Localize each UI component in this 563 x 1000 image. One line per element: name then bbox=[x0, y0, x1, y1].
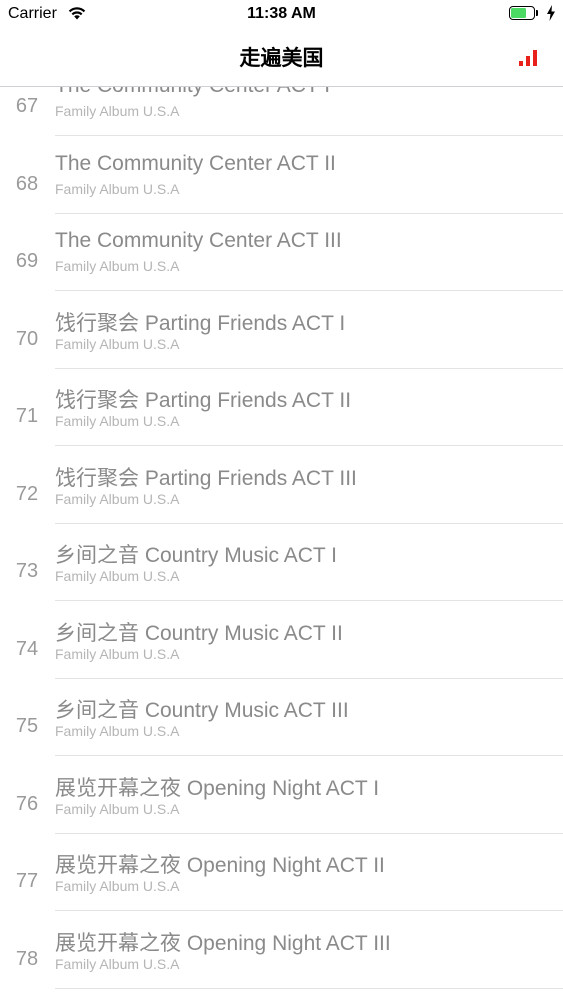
lesson-number: 70 bbox=[15, 327, 39, 350]
list-item[interactable]: 74 乡间之音 Country Music ACT II Family Album … bbox=[0, 618, 563, 696]
lesson-number: 78 bbox=[15, 947, 39, 970]
row-separator bbox=[55, 910, 563, 911]
row-separator bbox=[55, 367, 563, 369]
lesson-title: 饯行聚会 Parting Friends ACT I bbox=[55, 311, 346, 335]
list-item[interactable]: 77 展览开幕之夜 Opening Night ACT II Family Albu… bbox=[0, 850, 563, 928]
lesson-title: 乡间之音 Country Music ACT III bbox=[55, 699, 349, 722]
lesson-subtitle: Family Album U.S.A bbox=[55, 645, 180, 662]
list-item[interactable]: 72 饯行聚会 Parting Friends ACT III Family Alb… bbox=[0, 463, 563, 541]
battery-level-fill bbox=[511, 8, 526, 18]
lesson-title: 乡间之音 Country Music ACT II bbox=[55, 621, 343, 645]
lesson-title: The Community Center ACT III bbox=[55, 229, 342, 252]
row-separator bbox=[55, 290, 563, 291]
lesson-title: 展览开幕之夜 Opening Night ACT III bbox=[55, 931, 391, 955]
row-separator bbox=[55, 135, 563, 136]
lesson-title: The Community Center ACT I bbox=[55, 87, 330, 98]
list-item[interactable]: 76 展览开幕之夜 Opening Night ACT I Family Album… bbox=[0, 773, 563, 851]
lesson-list[interactable]: 67 The Community Center ACT I Family Album… bbox=[0, 87, 563, 1000]
lesson-subtitle: Family Album U.S.A bbox=[55, 490, 180, 507]
lesson-number: 71 bbox=[15, 405, 39, 427]
list-item[interactable]: 67 The Community Center ACT I Family Album… bbox=[0, 87, 563, 153]
list-item[interactable]: 70 饯行聚会 Parting Friends ACT I Family Album… bbox=[0, 308, 563, 386]
lesson-number: 68 bbox=[15, 172, 39, 195]
list-item[interactable]: 75 乡间之音 Country Music ACT III Family Album… bbox=[0, 695, 563, 773]
lesson-subtitle: Family Album U.S.A bbox=[55, 103, 180, 119]
lesson-subtitle: Family Album U.S.A bbox=[55, 335, 180, 352]
list-item[interactable]: 71 饯行聚会 Parting Friends ACT II Family Albu… bbox=[0, 385, 563, 463]
row-separator bbox=[55, 445, 563, 446]
status-time: 11:38 AM bbox=[247, 5, 316, 22]
lesson-subtitle: Family Album U.S.A bbox=[55, 180, 180, 197]
lesson-number: 67 bbox=[15, 95, 39, 117]
row-separator bbox=[55, 212, 563, 214]
list-item[interactable]: 68 The Community Center ACT II Family Albu… bbox=[0, 151, 563, 231]
lesson-subtitle: Family Album U.S.A bbox=[55, 878, 180, 894]
row-separator bbox=[55, 987, 563, 989]
charging-bolt-icon bbox=[546, 5, 556, 26]
lesson-subtitle: Family Album U.S.A bbox=[55, 800, 180, 817]
signal-bars-icon[interactable] bbox=[514, 44, 544, 74]
lesson-title: 展览开幕之夜 Opening Night ACT II bbox=[55, 854, 385, 877]
lesson-title: 饯行聚会 Parting Friends ACT II bbox=[55, 389, 352, 412]
lesson-number: 69 bbox=[15, 250, 39, 272]
row-separator bbox=[55, 677, 563, 679]
list-item[interactable]: 78 展览开幕之夜 Opening Night ACT III Family Alb… bbox=[0, 928, 563, 1000]
battery-icon bbox=[509, 6, 539, 22]
lesson-title: The Community Center ACT II bbox=[55, 151, 336, 175]
lesson-number: 75 bbox=[15, 715, 39, 737]
row-separator bbox=[55, 522, 563, 524]
lesson-number: 72 bbox=[15, 482, 39, 505]
status-bar: Carrier 11:38 AM bbox=[0, 0, 563, 28]
lesson-subtitle: Family Album U.S.A bbox=[55, 568, 180, 584]
lesson-subtitle: Family Album U.S.A bbox=[55, 723, 180, 739]
lesson-title: 饯行聚会 Parting Friends ACT III bbox=[55, 466, 357, 490]
lesson-number: 74 bbox=[15, 637, 39, 660]
list-item[interactable]: 73 乡间之音 Country Music ACT I Family Album U… bbox=[0, 540, 563, 618]
lesson-title: 乡间之音 Country Music ACT I bbox=[55, 544, 338, 567]
lesson-subtitle: Family Album U.S.A bbox=[55, 413, 180, 429]
list-item[interactable]: 69 The Community Center ACT III Family Alb… bbox=[0, 229, 563, 308]
lesson-number: 76 bbox=[15, 792, 39, 815]
lesson-subtitle: Family Album U.S.A bbox=[55, 955, 180, 972]
lesson-number: 73 bbox=[15, 560, 39, 582]
navigation-bar: 走遍美国 bbox=[0, 28, 563, 87]
row-separator bbox=[55, 832, 563, 834]
row-separator bbox=[55, 755, 563, 756]
lesson-title: 展览开幕之夜 Opening Night ACT I bbox=[55, 776, 380, 800]
page-title: 走遍美国 bbox=[239, 47, 324, 70]
lesson-subtitle: Family Album U.S.A bbox=[55, 258, 180, 274]
lesson-number: 77 bbox=[15, 870, 39, 892]
row-separator bbox=[55, 600, 563, 601]
